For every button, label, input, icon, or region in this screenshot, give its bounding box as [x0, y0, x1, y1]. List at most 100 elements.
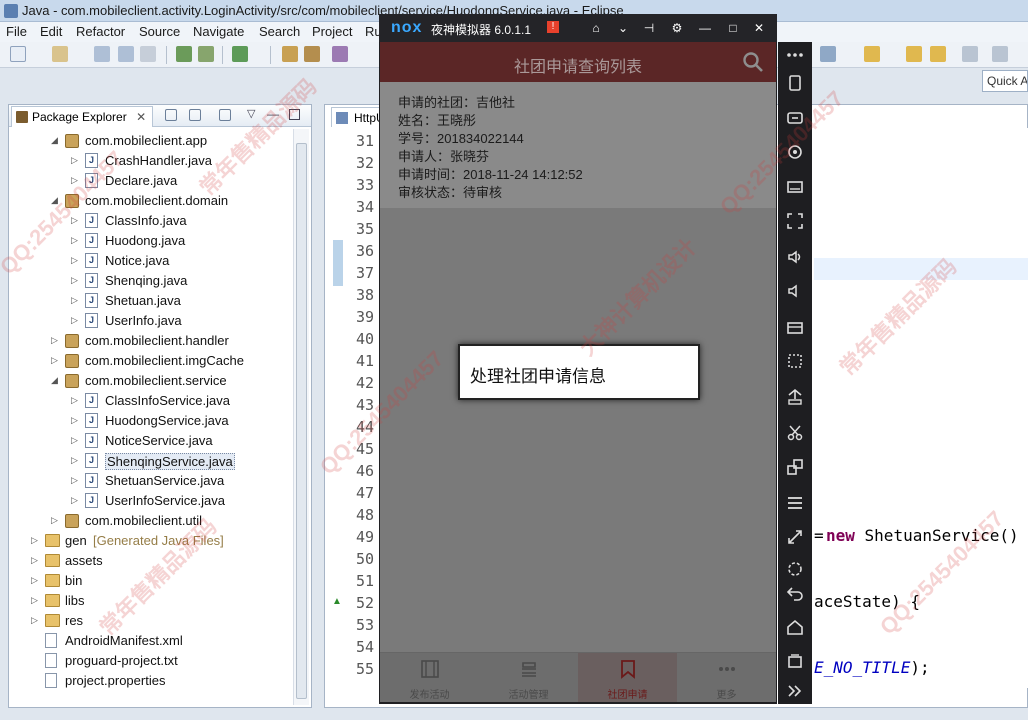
- file-row[interactable]: AndroidManifest.xml: [9, 631, 291, 651]
- package-row[interactable]: ▷ com.mobileclient.imgCache: [9, 351, 291, 371]
- package-row[interactable]: ▷ com.mobileclient.util: [9, 511, 291, 531]
- package-row[interactable]: ◢ com.mobileclient.app: [9, 131, 291, 151]
- chevron-down-icon[interactable]: ⌄: [616, 21, 630, 35]
- menu-refactor[interactable]: Refactor: [76, 24, 125, 39]
- download-icon[interactable]: [176, 46, 192, 62]
- recent-apps-icon[interactable]: [786, 652, 804, 670]
- home-icon[interactable]: ⌂: [589, 21, 603, 35]
- application-record[interactable]: 申请的社团：吉他社 姓名：王晓彤 学号：201834022144 申请人：张晓芬…: [380, 82, 776, 208]
- collapse-all-icon[interactable]: [165, 109, 177, 121]
- maximize-view-icon[interactable]: [289, 109, 300, 120]
- close-icon[interactable]: ✕: [752, 21, 766, 35]
- java-file-row[interactable]: ▷ J CrashHandler.java: [9, 151, 291, 171]
- collapse-arrow-icon[interactable]: ▷: [71, 275, 78, 286]
- collapse-arrow-icon[interactable]: ▷: [31, 555, 38, 566]
- view-dropdown-icon[interactable]: ▽: [247, 107, 255, 120]
- maximize-icon[interactable]: □: [726, 21, 740, 35]
- nav-club-apply[interactable]: 社团申请: [578, 653, 677, 702]
- expand-arrow-icon[interactable]: ◢: [51, 135, 58, 146]
- menu-lines-icon[interactable]: [786, 494, 804, 512]
- menu-search[interactable]: Search: [259, 24, 300, 39]
- nav-more[interactable]: 更多: [677, 653, 776, 702]
- multi-instance-icon[interactable]: [786, 458, 804, 476]
- fullscreen-icon[interactable]: [786, 212, 804, 230]
- pin-icon[interactable]: ⊣: [642, 21, 656, 35]
- search-icon[interactable]: [742, 51, 764, 73]
- java-file-row[interactable]: ▷ J Notice.java: [9, 251, 291, 271]
- view-menu-icon[interactable]: [219, 109, 231, 121]
- link-editor-icon[interactable]: [189, 109, 201, 121]
- folder-row[interactable]: ▷ libs: [9, 591, 291, 611]
- folder-row[interactable]: ▷ res: [9, 611, 291, 631]
- loading-icon[interactable]: [786, 560, 804, 578]
- quick-access-input[interactable]: Quick A: [982, 70, 1028, 92]
- package-row[interactable]: ◢ com.mobileclient.service: [9, 371, 291, 391]
- volume-down-icon[interactable]: [786, 282, 804, 300]
- apk-install-icon[interactable]: [786, 388, 804, 406]
- java-file-row[interactable]: ▷ J HuodongService.java: [9, 411, 291, 431]
- java-file-row[interactable]: ▷ J Declare.java: [9, 171, 291, 191]
- menu-navigate[interactable]: Navigate: [193, 24, 244, 39]
- new-icon[interactable]: [10, 46, 26, 62]
- history-icon[interactable]: [992, 46, 1008, 62]
- file-row[interactable]: proguard-project.txt: [9, 651, 291, 671]
- more-dots-icon[interactable]: [786, 46, 804, 64]
- collapse-arrow-icon[interactable]: ▷: [71, 495, 78, 506]
- expand-arrow-icon[interactable]: ◢: [51, 375, 58, 386]
- package-row[interactable]: ▷ com.mobileclient.handler: [9, 331, 291, 351]
- java-file-row[interactable]: ▷ J ClassInfo.java: [9, 211, 291, 231]
- volume-up-icon[interactable]: [786, 248, 804, 266]
- nav-icon[interactable]: [820, 46, 836, 62]
- folder-row[interactable]: ▷ bin: [9, 571, 291, 591]
- collapse-arrow-icon[interactable]: ▷: [71, 315, 78, 326]
- forward-arrow-icon[interactable]: [930, 46, 946, 62]
- print-icon[interactable]: [140, 46, 156, 62]
- collapse-arrow-icon[interactable]: ▷: [31, 615, 38, 626]
- dialog-item-process[interactable]: 处理社团申请信息: [470, 362, 606, 387]
- annotation-icon[interactable]: [864, 46, 880, 62]
- nav-publish-activity[interactable]: 发布活动: [380, 653, 479, 702]
- package-explorer-scrollbar[interactable]: [293, 129, 309, 705]
- keyboard-icon[interactable]: [786, 178, 804, 196]
- code-area[interactable]: = new ShetuanService() aceState) { E_NO_T…: [814, 128, 1028, 688]
- java-file-row[interactable]: ▷ J ShenqingService.java: [9, 451, 291, 471]
- resize-icon[interactable]: [786, 528, 804, 546]
- menu-project[interactable]: Project: [312, 24, 352, 39]
- package-explorer-tab[interactable]: Package Explorer ✕: [11, 106, 154, 127]
- scrollbar-thumb[interactable]: [296, 143, 307, 699]
- java-file-row[interactable]: ▷ J NoticeService.java: [9, 431, 291, 451]
- minimize-view-icon[interactable]: —: [267, 107, 279, 121]
- menu-file[interactable]: File: [6, 24, 27, 39]
- collapse-arrow-icon[interactable]: ▷: [31, 595, 38, 606]
- macro-icon[interactable]: [786, 352, 804, 370]
- package-icon[interactable]: [282, 46, 298, 62]
- collapse-arrow-icon[interactable]: ▷: [71, 215, 78, 226]
- expand-icon[interactable]: [786, 682, 804, 700]
- back-arrow-icon[interactable]: [906, 46, 922, 62]
- java-file-row[interactable]: ▷ J UserInfo.java: [9, 311, 291, 331]
- minimize-icon[interactable]: —: [698, 21, 712, 35]
- collapse-arrow-icon[interactable]: ▷: [71, 235, 78, 246]
- check-icon[interactable]: [232, 46, 248, 62]
- collapse-arrow-icon[interactable]: ▷: [51, 355, 58, 366]
- collapse-arrow-icon[interactable]: ▷: [71, 295, 78, 306]
- folder-row[interactable]: ▷ gen [Generated Java Files]: [9, 531, 291, 551]
- save-icon[interactable]: [94, 46, 110, 62]
- scissors-icon[interactable]: [786, 424, 804, 442]
- menu-source[interactable]: Source: [139, 24, 180, 39]
- folder-row[interactable]: ▷ assets: [9, 551, 291, 571]
- gear-icon[interactable]: ⚙: [670, 21, 684, 35]
- robot-icon[interactable]: [786, 108, 804, 126]
- open-type-icon[interactable]: [52, 46, 68, 62]
- package-row[interactable]: ◢ com.mobileclient.domain: [9, 191, 291, 211]
- file-row[interactable]: project.properties: [9, 671, 291, 691]
- collapse-arrow-icon[interactable]: ▷: [71, 455, 78, 466]
- save-all-icon[interactable]: [118, 46, 134, 62]
- collapse-arrow-icon[interactable]: ▷: [71, 475, 78, 486]
- collapse-arrow-icon[interactable]: ▷: [51, 515, 58, 526]
- toolbox-icon[interactable]: [786, 318, 804, 336]
- expand-arrow-icon[interactable]: ◢: [51, 195, 58, 206]
- collapse-arrow-icon[interactable]: ▷: [71, 415, 78, 426]
- java-file-row[interactable]: ▷ J Shenqing.java: [9, 271, 291, 291]
- collapse-arrow-icon[interactable]: ▷: [71, 255, 78, 266]
